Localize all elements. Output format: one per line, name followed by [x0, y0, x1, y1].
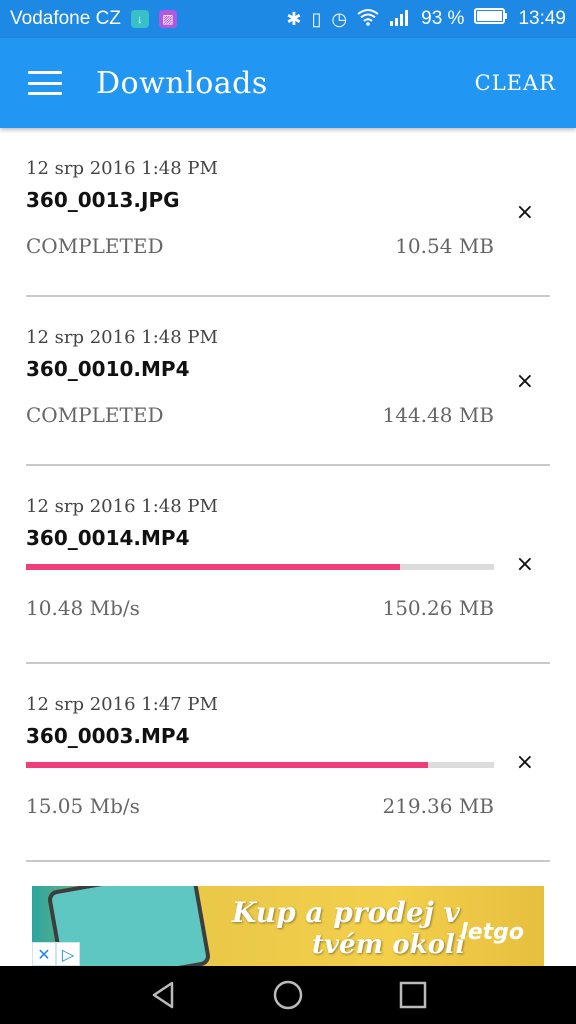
- signal-icon: [389, 8, 411, 31]
- download-speed: 10.48 Mb/s: [26, 596, 140, 620]
- download-notif-icon: ↓: [130, 10, 149, 28]
- download-progress-bar: [26, 762, 494, 768]
- download-filename: 360_0003.MP4: [26, 724, 190, 748]
- ad-close-icon[interactable]: ✕: [32, 942, 56, 966]
- download-status: COMPLETED: [26, 403, 164, 427]
- close-icon[interactable]: ×: [516, 369, 534, 394]
- download-status: COMPLETED: [26, 234, 164, 258]
- page-title: Downloads: [96, 65, 268, 101]
- download-date: 12 srp 2016 1:48 PM: [26, 496, 218, 517]
- image-notif-icon: ▨: [158, 10, 177, 28]
- system-nav-bar: [0, 966, 576, 1024]
- clock: 13:49: [518, 8, 566, 29]
- progress-fill: [26, 762, 429, 768]
- menu-icon[interactable]: [28, 71, 62, 95]
- download-item[interactable]: 12 srp 2016 1:48 PM 360_0014.MP4 × 10.48…: [26, 466, 550, 664]
- progress-fill: [26, 564, 401, 570]
- download-item[interactable]: 12 srp 2016 1:48 PM 360_0013.JPG × COMPL…: [26, 128, 550, 297]
- close-icon[interactable]: ×: [516, 750, 534, 775]
- clear-button[interactable]: CLEAR: [475, 71, 556, 95]
- download-item[interactable]: 12 srp 2016 1:47 PM 360_0003.MP4 × 15.05…: [26, 664, 550, 862]
- battery-percent: 93 %: [421, 8, 465, 29]
- download-filename: 360_0013.JPG: [26, 188, 180, 212]
- download-item[interactable]: 12 srp 2016 1:48 PM 360_0010.MP4 × COMPL…: [26, 297, 550, 466]
- back-icon[interactable]: [143, 975, 183, 1015]
- home-icon[interactable]: [268, 975, 308, 1015]
- download-size: 10.54 MB: [395, 234, 494, 258]
- download-size: 219.36 MB: [382, 794, 494, 818]
- wifi-icon: [357, 8, 379, 31]
- download-size: 144.48 MB: [382, 403, 494, 427]
- download-speed: 15.05 Mb/s: [26, 794, 140, 818]
- ad-brand-logo: letgo: [460, 920, 524, 945]
- downloads-list: 12 srp 2016 1:48 PM 360_0013.JPG × COMPL…: [0, 128, 576, 862]
- download-date: 12 srp 2016 1:48 PM: [26, 327, 218, 348]
- app-bar: Downloads CLEAR: [0, 38, 576, 128]
- download-progress-bar: [26, 564, 494, 570]
- carrier-name: Vodafone CZ: [10, 8, 121, 29]
- close-icon[interactable]: ×: [516, 200, 534, 225]
- download-date: 12 srp 2016 1:47 PM: [26, 694, 218, 715]
- recents-icon[interactable]: [393, 975, 433, 1015]
- ad-subheadline: tvém okolí: [312, 930, 465, 960]
- bluetooth-icon: ✱: [286, 8, 302, 29]
- ad-headline: Kup a prodej v: [232, 896, 460, 929]
- close-icon[interactable]: ×: [516, 552, 534, 577]
- download-size: 150.26 MB: [382, 596, 494, 620]
- status-bar: Vodafone CZ ↓ ▨ ✱ ▯ ◷ 93 % 13:49: [0, 0, 576, 38]
- ad-choices[interactable]: ✕ ▷: [32, 942, 80, 966]
- vibrate-icon: ▯: [311, 8, 322, 29]
- battery-icon: [474, 7, 508, 31]
- ad-banner[interactable]: Kup a prodej v tvém okolí letgo: [32, 886, 544, 966]
- download-filename: 360_0014.MP4: [26, 526, 190, 550]
- download-date: 12 srp 2016 1:48 PM: [26, 158, 218, 179]
- download-filename: 360_0010.MP4: [26, 357, 190, 381]
- alarm-icon: ◷: [331, 8, 348, 29]
- ad-choices-icon[interactable]: ▷: [56, 942, 80, 966]
